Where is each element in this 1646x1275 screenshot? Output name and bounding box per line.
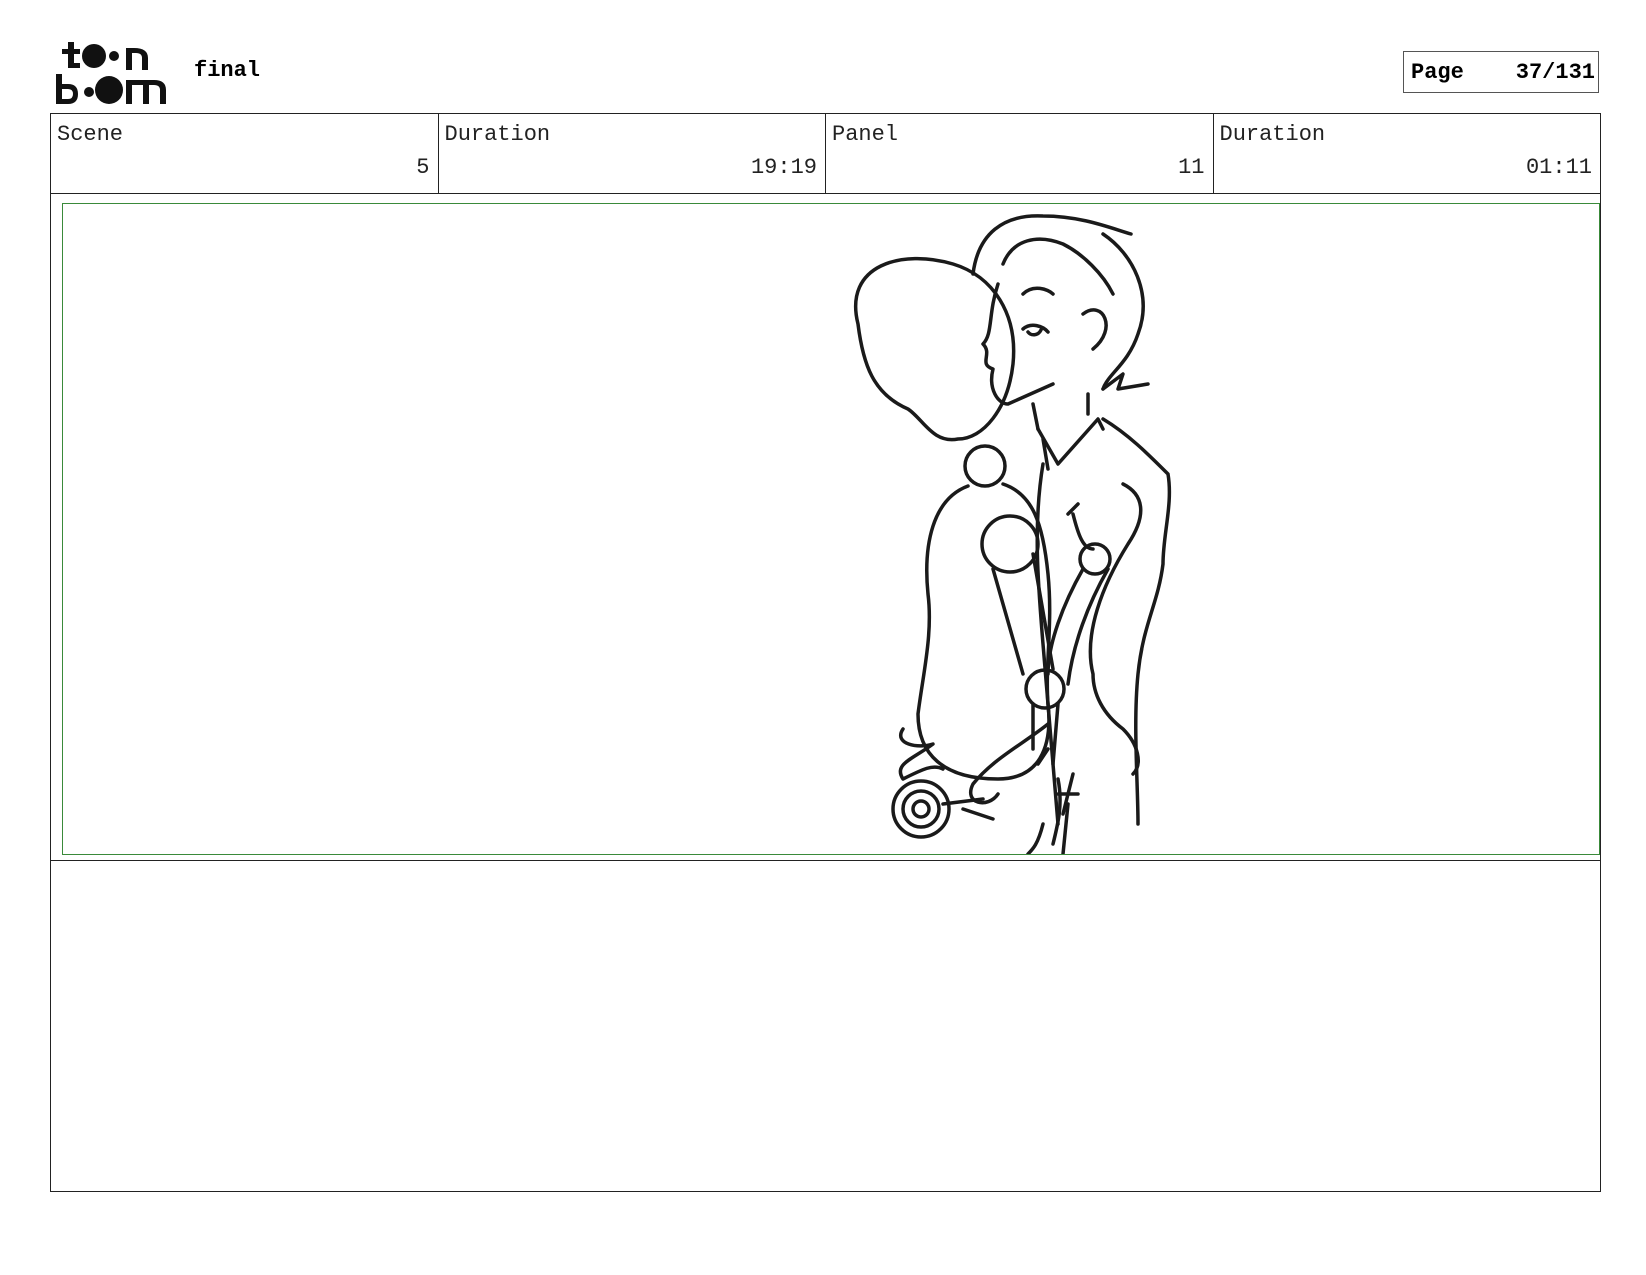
page-indicator: Page 37/131 <box>1403 51 1599 93</box>
scene-duration-value: 19:19 <box>750 155 817 180</box>
man-arm <box>1088 482 1143 776</box>
page-label: Page <box>1411 59 1464 85</box>
man-shoulder-back <box>1101 417 1172 826</box>
panel-cell: Panel 11 <box>826 114 1214 193</box>
man-hands <box>969 722 1080 846</box>
page-number: 37/131 <box>1515 59 1595 85</box>
panel-value: 11 <box>1178 155 1205 180</box>
panel-duration-value: 01:11 <box>1525 155 1592 180</box>
scene-label: Scene <box>57 122 124 147</box>
panel-info-row: Scene 5 Duration 19:19 Panel 11 Duration… <box>50 113 1601 194</box>
project-title: final <box>194 58 261 83</box>
mannequin-torso <box>916 482 1052 781</box>
man-eye <box>1021 323 1050 337</box>
scene-duration-label: Duration <box>444 122 551 147</box>
panel-notes-area[interactable] <box>50 860 1601 1192</box>
man-collar <box>1036 417 1105 471</box>
storyboard-panel-image <box>62 203 1600 855</box>
scene-cell: Scene 5 <box>51 114 439 193</box>
mannequin-neck-joint <box>963 444 1007 488</box>
man-face <box>981 282 1055 406</box>
panel-duration-label: Duration <box>1219 122 1326 147</box>
panel-duration-cell: Duration 01:11 <box>1214 114 1601 193</box>
mannequin-shoulder-joint <box>980 514 1040 574</box>
scene-duration-cell: Duration 19:19 <box>439 114 826 193</box>
man-sleeve <box>1066 502 1095 551</box>
panel-label: Panel <box>832 122 899 147</box>
man-hair <box>971 214 1145 391</box>
man-forearm <box>1046 567 1110 686</box>
man-neck <box>1031 392 1090 431</box>
mannequin-head <box>854 256 1016 442</box>
sketch-drawing <box>854 214 1172 854</box>
toon-boom-logo <box>56 42 166 104</box>
scene-value: 5 <box>416 155 430 180</box>
man-ear <box>1081 308 1108 351</box>
man-eyebrow <box>1021 286 1055 296</box>
